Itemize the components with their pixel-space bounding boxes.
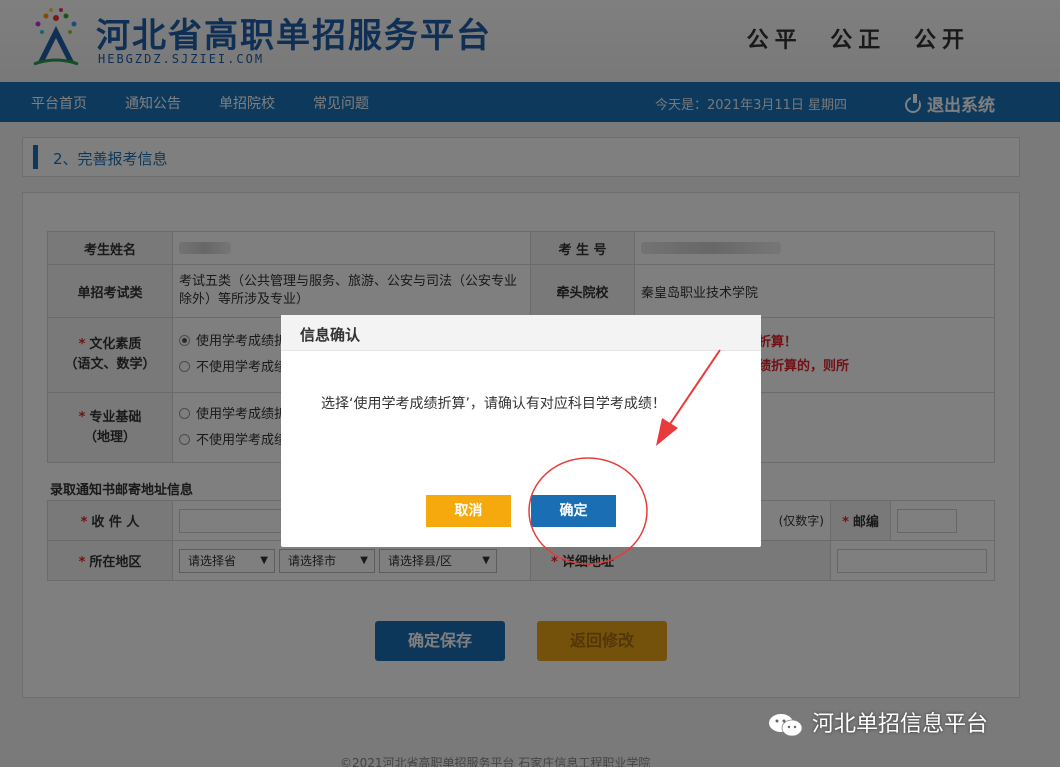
dialog-ok-button[interactable]: 确定 [531,495,616,527]
dialog-cancel-button[interactable]: 取消 [426,495,511,527]
wechat-icon [769,714,803,737]
dialog-title: 信息确认 [281,315,761,351]
watermark: 河北单招信息平台 [768,706,988,738]
confirm-dialog: 信息确认 选择‘使用学考成绩折算’，请确认有对应科目学考成绩！ 取消 确定 [281,315,761,547]
dialog-message: 选择‘使用学考成绩折算’，请确认有对应科目学考成绩！ [321,396,666,412]
watermark-text: 河北单招信息平台 [812,712,989,737]
